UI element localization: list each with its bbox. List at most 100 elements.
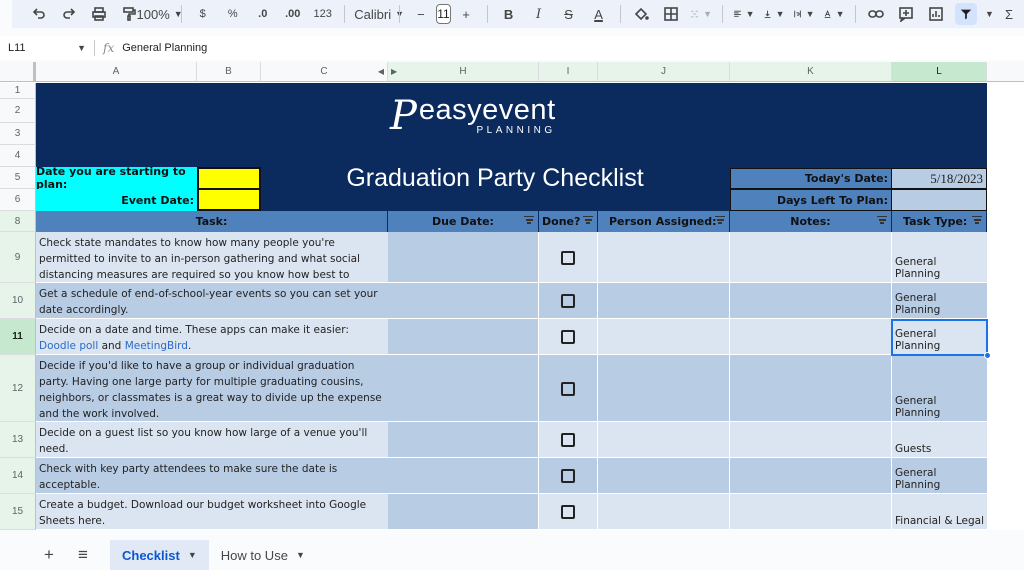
- row-header[interactable]: 14: [0, 458, 36, 494]
- formula-input[interactable]: General Planning: [122, 42, 207, 54]
- chart-icon[interactable]: [925, 3, 947, 25]
- text-color-button[interactable]: A: [588, 3, 610, 25]
- decrease-decimal-button[interactable]: .0: [252, 3, 274, 25]
- fill-handle[interactable]: [984, 352, 991, 359]
- row-header[interactable]: 4: [0, 145, 36, 167]
- column-header-h[interactable]: ▶ H: [388, 62, 539, 82]
- person-assigned-cell[interactable]: [598, 494, 730, 530]
- task-type-cell[interactable]: General Planning: [892, 458, 987, 494]
- doodle-poll-link[interactable]: Doodle poll: [39, 340, 98, 352]
- increase-decimal-button[interactable]: .00: [282, 3, 304, 25]
- due-date-cell[interactable]: [388, 494, 539, 530]
- notes-cell[interactable]: [730, 355, 892, 422]
- filter-icon[interactable]: [972, 216, 982, 224]
- done-checkbox[interactable]: [561, 381, 575, 396]
- done-checkbox[interactable]: [561, 505, 575, 519]
- column-header-i[interactable]: I: [539, 62, 598, 82]
- decrease-font-size-button[interactable]: −: [410, 3, 432, 25]
- strikethrough-button[interactable]: S: [558, 3, 580, 25]
- notes-cell[interactable]: [730, 232, 892, 283]
- row-header[interactable]: 2: [0, 99, 36, 123]
- redo-icon[interactable]: [58, 3, 80, 25]
- done-checkbox[interactable]: [561, 330, 575, 344]
- event-date-input[interactable]: [197, 188, 261, 211]
- column-header-l[interactable]: L: [892, 62, 987, 82]
- select-all-corner[interactable]: [0, 62, 36, 82]
- column-header-c[interactable]: C ◀: [261, 62, 388, 82]
- name-box[interactable]: L11 ▼: [0, 42, 86, 54]
- print-icon[interactable]: [88, 3, 110, 25]
- person-assigned-cell[interactable]: [598, 458, 730, 494]
- column-header-a[interactable]: A: [36, 62, 197, 82]
- sheet-tab-checklist[interactable]: Checklist ▼: [110, 540, 209, 570]
- notes-cell[interactable]: [730, 458, 892, 494]
- person-assigned-cell[interactable]: [598, 422, 730, 458]
- due-date-cell[interactable]: [388, 355, 539, 422]
- rotate-icon[interactable]: ▼: [823, 3, 845, 25]
- row-header[interactable]: 9: [0, 232, 36, 283]
- chevron-down-icon[interactable]: ▼: [296, 550, 305, 560]
- task-type-cell[interactable]: Guests: [892, 422, 987, 458]
- notes-cell[interactable]: [730, 319, 892, 355]
- start-date-input[interactable]: [197, 167, 261, 190]
- meetingbird-link[interactable]: MeetingBird: [125, 340, 188, 352]
- link-icon[interactable]: [865, 3, 887, 25]
- due-date-cell[interactable]: [388, 232, 539, 283]
- filter-icon[interactable]: [583, 216, 593, 224]
- filter-icon[interactable]: [955, 3, 978, 25]
- font-size-input[interactable]: 11: [435, 4, 452, 24]
- done-checkbox[interactable]: [561, 250, 575, 265]
- notes-cell[interactable]: [730, 422, 892, 458]
- due-date-cell[interactable]: [388, 458, 539, 494]
- person-assigned-cell[interactable]: [598, 319, 730, 355]
- merge-cells-icon[interactable]: ▼: [690, 3, 712, 25]
- task-cell[interactable]: Check state mandates to know how many pe…: [36, 232, 388, 283]
- number-format-button[interactable]: 123: [312, 3, 334, 25]
- done-checkbox[interactable]: [561, 469, 575, 483]
- undo-icon[interactable]: [28, 3, 50, 25]
- increase-font-size-button[interactable]: +: [455, 3, 477, 25]
- fill-color-icon[interactable]: [630, 3, 652, 25]
- row-header[interactable]: 10: [0, 283, 36, 319]
- valign-icon[interactable]: ▼: [763, 3, 785, 25]
- task-type-cell[interactable]: General Planning: [892, 232, 987, 283]
- due-date-cell[interactable]: [388, 319, 539, 355]
- row-header[interactable]: 5: [0, 167, 36, 189]
- functions-icon[interactable]: Σ: [998, 3, 1020, 25]
- row-header[interactable]: 13: [0, 422, 36, 458]
- filter-icon[interactable]: [877, 216, 887, 224]
- comment-icon[interactable]: [895, 3, 917, 25]
- row-header[interactable]: 3: [0, 123, 36, 145]
- row-header[interactable]: 6: [0, 189, 36, 211]
- task-type-cell[interactable]: General Planning: [892, 283, 987, 319]
- person-assigned-cell[interactable]: [598, 283, 730, 319]
- expand-right-icon[interactable]: ▶: [391, 67, 397, 76]
- task-type-cell[interactable]: Financial & Legal: [892, 494, 987, 530]
- due-date-cell[interactable]: [388, 283, 539, 319]
- due-date-cell[interactable]: [388, 422, 539, 458]
- task-cell[interactable]: Decide on a date and time. These apps ca…: [36, 319, 388, 355]
- task-cell[interactable]: Decide on a guest list so you know how l…: [36, 422, 388, 458]
- chevron-down-icon[interactable]: ▼: [188, 550, 197, 560]
- row-header[interactable]: 11: [0, 319, 36, 355]
- todays-date-value[interactable]: 5/18/2023: [891, 168, 987, 189]
- row-header[interactable]: 12: [0, 355, 36, 422]
- sheet-tab-how-to-use[interactable]: How to Use ▼: [209, 540, 317, 570]
- align-icon[interactable]: ▼: [733, 3, 755, 25]
- filter-icon[interactable]: [715, 216, 725, 224]
- task-cell[interactable]: Create a budget. Download our budget wor…: [36, 494, 388, 530]
- borders-icon[interactable]: [660, 3, 682, 25]
- done-checkbox[interactable]: [561, 294, 575, 308]
- column-header-j[interactable]: J: [598, 62, 730, 82]
- collapse-left-icon[interactable]: ◀: [378, 67, 384, 76]
- task-cell[interactable]: Check with key party attendees to make s…: [36, 458, 388, 494]
- currency-format-button[interactable]: $: [192, 3, 214, 25]
- column-header-k[interactable]: K: [730, 62, 892, 82]
- notes-cell[interactable]: [730, 283, 892, 319]
- add-sheet-button[interactable]: +: [32, 545, 66, 565]
- task-cell[interactable]: Get a schedule of end-of-school-year eve…: [36, 283, 388, 319]
- italic-button[interactable]: I: [528, 3, 550, 25]
- done-checkbox[interactable]: [561, 433, 575, 447]
- bold-button[interactable]: B: [498, 3, 520, 25]
- task-type-cell[interactable]: General Planning: [892, 355, 987, 422]
